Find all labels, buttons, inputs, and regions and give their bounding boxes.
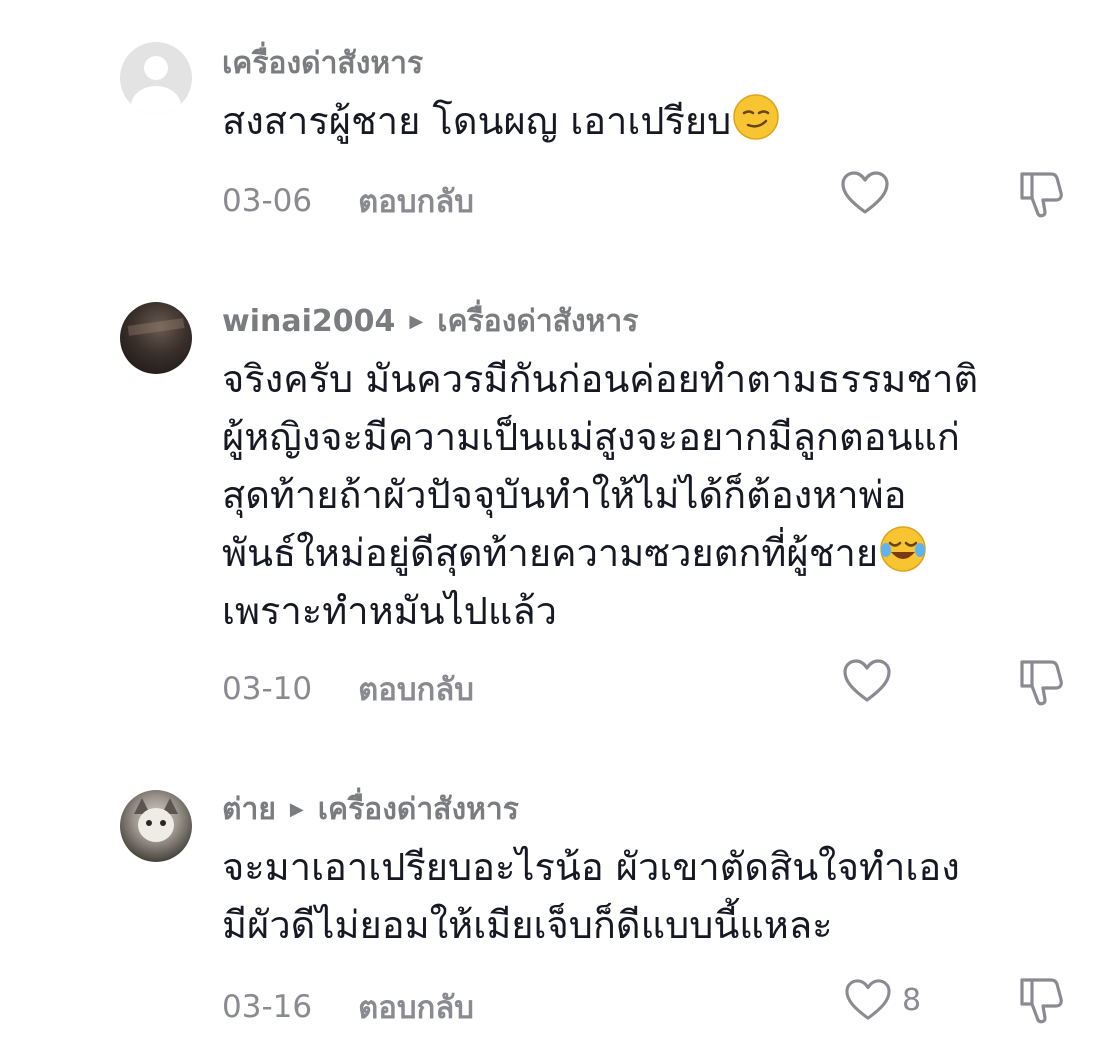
comment-date: 03-06 — [222, 183, 313, 219]
like-button[interactable]: 8 — [844, 978, 921, 1022]
avatar-photo-detail — [160, 820, 166, 826]
default-avatar-icon[interactable] — [120, 42, 192, 114]
comment-text: จะมาเอาเปรียบอะไรน้อ ผัวเขาตัดสินใจทำเอง… — [222, 838, 960, 954]
avatar-photo-detail — [127, 318, 185, 336]
comment-username-row: ต่าย ▶ เครื่องด่าสังหาร — [222, 786, 519, 833]
like-button[interactable] — [840, 170, 890, 216]
comment-text-line: พันธ์ใหม่อยู่ดีสุดท้ายความซวยตกที่ผู้ชาย — [222, 531, 879, 575]
comment-text-line: จะมาเอาเปรียบอะไรน้อ ผัวเขาตัดสินใจทำเอง — [222, 845, 960, 889]
comment-username-row: winai2004 ▶ เครื่องด่าสังหาร — [222, 298, 638, 345]
comment-text-line: เพราะทำหมันไปแล้ว — [222, 589, 558, 633]
play-arrow-icon: ▶ — [289, 799, 304, 820]
avatar-shoulders-shape — [131, 86, 181, 114]
comment-username[interactable]: เครื่องด่าสังหาร — [222, 40, 423, 87]
comment-text-line: ผู้หญิงจะมีความเป็นแม่สูงจะอยากมีลูกตอนแ… — [222, 415, 960, 459]
comment-meta: 03-06 ตอบกลับ — [222, 176, 474, 226]
thumbs-down-outline-icon[interactable] — [1014, 170, 1066, 220]
reply-button[interactable]: ตอบกลับ — [358, 664, 474, 714]
comment-text: จริงครับ มันควรมีกันก่อนค่อยทำตามธรรมชาต… — [222, 350, 978, 640]
comment-username[interactable]: winai2004 — [222, 304, 395, 339]
comment-username-row: เครื่องด่าสังหาร — [222, 40, 423, 87]
reply-button[interactable]: ตอบกลับ — [358, 176, 474, 226]
comment-text-line: มีผัวดีไม่ยอมให้เมียเจ็บก็ดีแบบนี้แหละ — [222, 903, 833, 947]
avatar-head-shape — [144, 56, 168, 80]
heart-outline-icon — [841, 171, 889, 214]
reply-button[interactable]: ตอบกลับ — [358, 982, 474, 1032]
comment-meta: 03-10 ตอบกลับ — [222, 664, 474, 714]
comment-date: 03-16 — [222, 989, 313, 1025]
reply-target-username[interactable]: เครื่องด่าสังหาร — [437, 298, 638, 345]
comment-username[interactable]: ต่าย — [222, 786, 276, 833]
smirking-face-emoji — [733, 94, 780, 140]
play-arrow-icon: ▶ — [409, 311, 424, 332]
cat-photo-avatar[interactable] — [120, 790, 192, 862]
user-photo-avatar[interactable] — [120, 302, 192, 374]
comment-text-line: จริงครับ มันควรมีกันก่อนค่อยทำตามธรรมชาต… — [222, 357, 979, 401]
thumbs-down-outline-icon[interactable] — [1014, 976, 1066, 1026]
comment-text-line: สุดท้ายถ้าผัวปัจจุบันทำให้ไม่ได้ก็ต้องหา… — [222, 473, 907, 517]
avatar-photo-detail — [138, 808, 174, 842]
comment-text: สงสารผู้ชาย โดนผญ เอาเปรียบ — [222, 92, 781, 150]
like-button[interactable] — [842, 658, 892, 704]
heart-outline-icon — [845, 979, 891, 1020]
tears-of-joy-emoji — [880, 526, 926, 572]
reply-target-username[interactable]: เครื่องด่าสังหาร — [318, 786, 519, 833]
heart-outline-icon — [843, 659, 891, 702]
comment-meta: 03-16 ตอบกลับ — [222, 982, 474, 1032]
thumbs-down-outline-icon[interactable] — [1014, 658, 1066, 708]
comment-text-line: สงสารผู้ชาย โดนผญ เอาเปรียบ — [222, 99, 732, 143]
like-count: 8 — [902, 982, 922, 1018]
comment-date: 03-10 — [222, 671, 313, 707]
avatar-photo-detail — [146, 820, 152, 826]
